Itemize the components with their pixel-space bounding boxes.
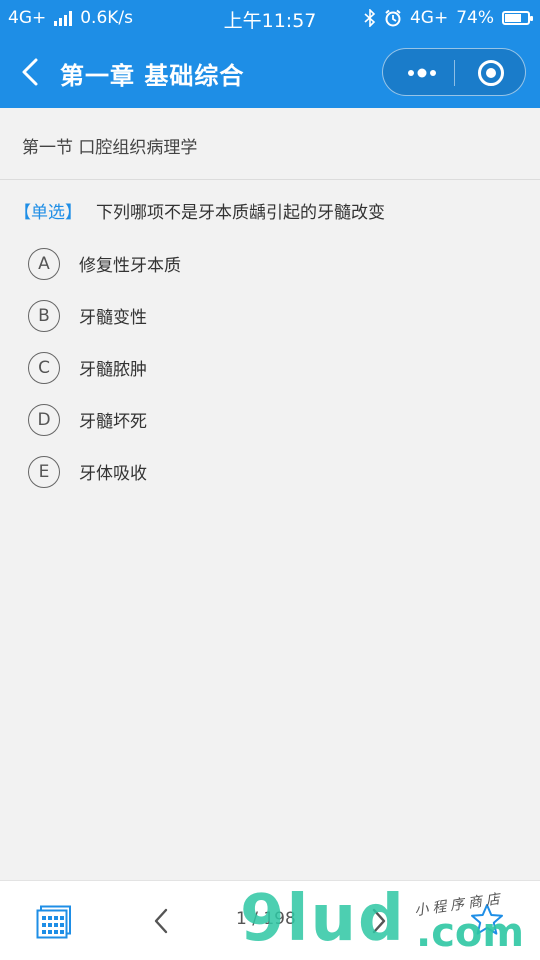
option-b[interactable]: B 牙髓变性: [28, 294, 518, 346]
option-text: 修复性牙本质: [79, 256, 181, 276]
status-right: 4G+ 74%: [364, 8, 533, 28]
option-text: 牙髓脓肿: [79, 360, 147, 380]
bluetooth-icon: [364, 9, 376, 27]
option-text: 牙髓变性: [79, 308, 147, 328]
option-d[interactable]: D 牙髓坏死: [28, 398, 518, 450]
option-letter-circle: D: [28, 404, 60, 436]
battery-icon: [502, 11, 533, 25]
option-letter-circle: C: [28, 352, 60, 384]
question-type-badge: 【单选】: [14, 203, 82, 223]
answer-sheet-icon[interactable]: [36, 905, 72, 939]
network-type-right: 4G+: [409, 8, 449, 28]
close-target-icon[interactable]: [477, 59, 505, 87]
watermark-brand: 9lud: [240, 882, 406, 956]
option-letter-circle: B: [28, 300, 60, 332]
more-icon[interactable]: [405, 63, 439, 83]
watermark: 9lud 小程序商店 .com: [238, 882, 540, 958]
section-bar: 第一节 口腔组织病理学: [0, 108, 540, 180]
options-list: A 修复性牙本质 B 牙髓变性 C 牙髓脓肿 D 牙髓坏死 E 牙体吸收: [28, 242, 518, 502]
previous-question-icon[interactable]: [150, 907, 174, 935]
watermark-domain: .com: [416, 910, 525, 956]
battery-percent: 74%: [456, 8, 494, 28]
miniprogram-capsule: [382, 48, 526, 96]
option-a[interactable]: A 修复性牙本质: [28, 242, 518, 294]
back-arrow-icon[interactable]: [16, 56, 44, 88]
question-stem: 【单选】 下列哪项不是牙本质龋引起的牙髓改变: [14, 198, 526, 223]
header: 4G+ 0.6K/s 上午11:57 4G+ 74% 第一章 基础综合: [0, 0, 540, 108]
option-letter-circle: A: [28, 248, 60, 280]
option-text: 牙髓坏死: [79, 412, 147, 432]
option-letter-circle: E: [28, 456, 60, 488]
question-text: 下列哪项不是牙本质龋引起的牙髓改变: [96, 203, 385, 223]
alarm-icon: [385, 9, 401, 27]
status-bar: 4G+ 0.6K/s 上午11:57 4G+ 74%: [0, 0, 540, 36]
option-e[interactable]: E 牙体吸收: [28, 450, 518, 502]
capsule-divider: [454, 60, 455, 86]
option-c[interactable]: C 牙髓脓肿: [28, 346, 518, 398]
section-title: 第一节 口腔组织病理学: [22, 138, 198, 158]
page-title: 第一章 基础综合: [60, 62, 245, 90]
nav-bar: 第一章 基础综合: [0, 36, 540, 108]
option-text: 牙体吸收: [79, 464, 147, 484]
